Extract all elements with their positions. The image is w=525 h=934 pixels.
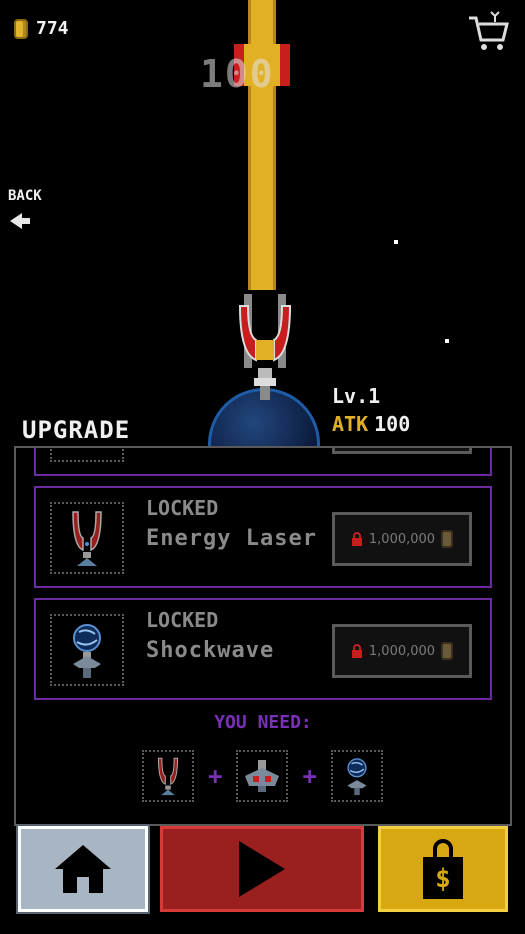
turret-icon-box <box>50 614 124 686</box>
shockwave-turret-icon <box>347 758 367 796</box>
star <box>394 240 398 244</box>
shopping-cart-icon[interactable] <box>467 10 511 54</box>
plus-sign: + <box>208 762 223 790</box>
coin-icon <box>441 642 454 660</box>
coin-counter: 774 <box>14 18 69 39</box>
home-button[interactable] <box>16 824 150 914</box>
turret-icon-box <box>50 448 124 462</box>
level-text: Lv.1 <box>332 384 381 408</box>
shop-button[interactable]: $ <box>378 826 508 912</box>
cannon-turret-icon <box>245 760 280 792</box>
damage-number: 100 <box>200 52 275 96</box>
home-icon <box>55 845 111 893</box>
atk-row: ATK 100 <box>332 412 410 436</box>
lock-icon <box>351 644 362 658</box>
upgrade-title: UPGRADE <box>22 416 131 444</box>
plus-sign: + <box>302 762 317 790</box>
shopping-bag-dollar-icon: $ <box>423 839 463 899</box>
card-status: LOCKED <box>146 608 219 632</box>
energy-laser-turret <box>238 294 292 400</box>
requirements-row: + + <box>142 750 383 802</box>
back-label: BACK <box>8 188 42 204</box>
requirement-slot <box>236 750 289 802</box>
lock-icon <box>351 532 362 546</box>
shockwave-turret-icon <box>73 624 101 678</box>
left-arrow-icon <box>10 213 30 229</box>
play-icon <box>239 841 285 897</box>
turret-stats: Lv.1 ATK 100 <box>332 384 410 436</box>
you-need-label: YOU NEED: <box>214 712 312 733</box>
play-button[interactable] <box>160 826 364 912</box>
energy-laser-turret-icon <box>72 511 102 566</box>
svg-text:$: $ <box>435 864 451 894</box>
price-button <box>332 448 472 454</box>
requirement-slot <box>142 750 194 802</box>
upgrade-card-partial <box>34 448 492 476</box>
atk-value: 100 <box>374 412 411 436</box>
buy-energy-laser-button[interactable]: 1,000,000 <box>332 512 472 566</box>
coin-icon <box>14 18 28 39</box>
atk-label: ATK <box>332 412 369 436</box>
coin-count: 774 <box>36 18 69 39</box>
bottom-bar: $ <box>0 824 525 934</box>
upgrade-card-energy-laser[interactable]: LOCKED Energy Laser 1,000,000 <box>34 486 492 588</box>
buy-shockwave-button[interactable]: 1,000,000 <box>332 624 472 678</box>
card-name: Energy Laser <box>146 526 317 551</box>
requirement-slot <box>330 750 383 802</box>
price-text: 1,000,000 <box>368 643 436 659</box>
card-name: Shockwave <box>146 638 275 663</box>
turret-icon-box <box>50 502 124 574</box>
back-button[interactable]: BACK <box>8 188 42 234</box>
upgrade-panel[interactable]: LOCKED Energy Laser 1,000,000 LOCKED Sho… <box>14 446 512 826</box>
upgrade-card-shockwave[interactable]: LOCKED Shockwave 1,000,000 <box>34 598 492 700</box>
price-text: 1,000,000 <box>368 531 436 547</box>
energy-laser-turret-icon <box>157 757 179 796</box>
star <box>445 339 449 343</box>
card-status: LOCKED <box>146 496 219 520</box>
coin-icon <box>441 530 454 548</box>
